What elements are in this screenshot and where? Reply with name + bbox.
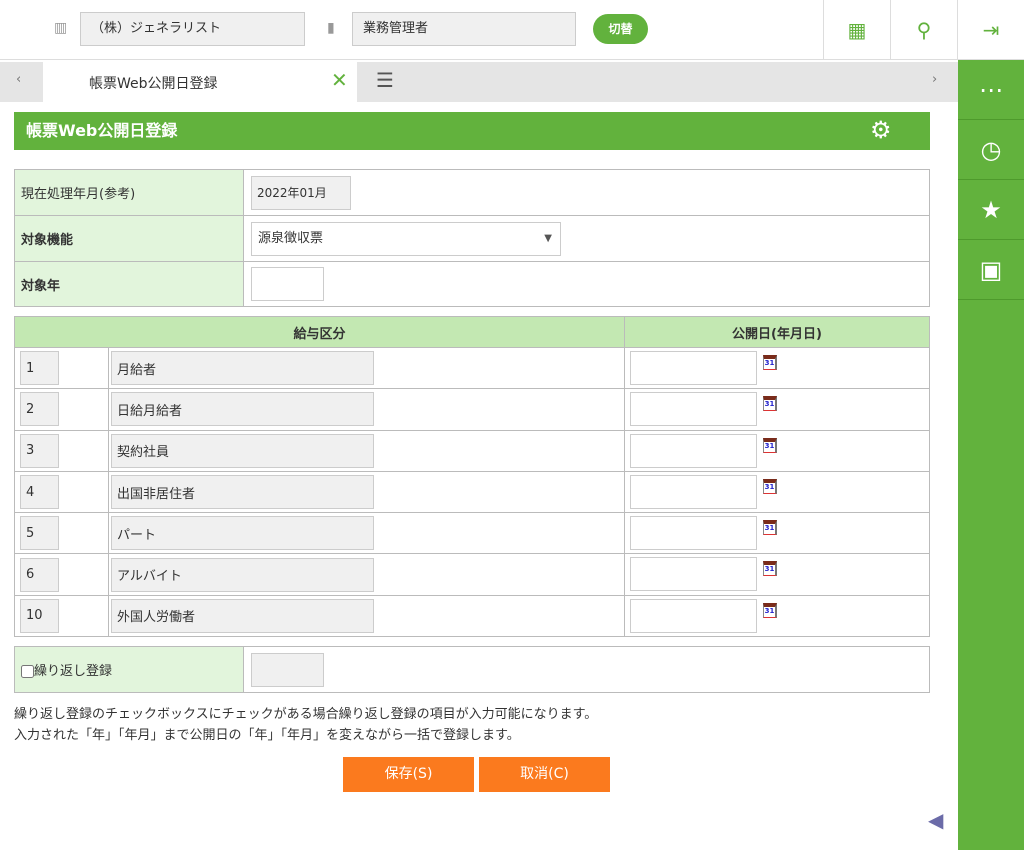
company-field[interactable]: （株）ジェネラリスト <box>80 12 305 46</box>
salary-code: 2 <box>20 392 59 427</box>
apps-grid-icon[interactable]: ▦ <box>823 0 890 60</box>
calendar-icon[interactable]: 31 <box>763 602 777 618</box>
function-select-value: 源泉徴収票 <box>258 230 324 246</box>
salary-name: 契約社員 <box>111 433 374 468</box>
repeat-checkbox[interactable] <box>21 665 34 678</box>
calendar-icon[interactable]: 31 <box>763 396 777 412</box>
calendar-icon[interactable]: 31 <box>763 520 777 536</box>
publish-date-input[interactable] <box>630 433 757 468</box>
salary-name: アルバイト <box>111 557 374 592</box>
table-row: 5 パート 31 <box>14 512 930 555</box>
save-button[interactable]: 保存(S) <box>343 757 474 792</box>
salary-code: 4 <box>20 475 59 510</box>
table-row: 6 アルバイト 31 <box>14 553 930 596</box>
calendar-icon[interactable]: 31 <box>763 355 777 370</box>
top-bar: ▥ （株）ジェネラリスト ▮ 業務管理者 切替 ▦ ⚲ ⇥ <box>0 0 1024 60</box>
salary-code: 6 <box>20 557 59 592</box>
header-salary-class: 給与区分 <box>14 316 625 348</box>
salary-name: 出国非居住者 <box>111 475 374 510</box>
salary-name: 外国人労働者 <box>111 598 374 633</box>
table-row: 2 日給月給者 31 <box>14 388 930 431</box>
more-icon[interactable]: ⋯ <box>958 60 1024 120</box>
role-field[interactable]: 業務管理者 <box>352 12 576 46</box>
repeat-label: 繰り返し登録 <box>34 664 113 679</box>
publish-date-input[interactable] <box>630 598 757 633</box>
notes: 繰り返し登録のチェックボックスにチェックがある場合繰り返し登録の項目が入力可能に… <box>14 704 597 746</box>
function-label: 対象機能 <box>14 215 244 262</box>
gear-icon[interactable]: ⚙ <box>870 116 892 144</box>
note-line: 入力された「年」「年月」まで公開日の「年」「年月」を変えながら一括で登録します。 <box>14 728 520 743</box>
salary-name: パート <box>111 516 374 551</box>
publish-date-input[interactable] <box>630 557 757 592</box>
inbox-icon[interactable]: ▣ <box>958 240 1024 300</box>
logout-icon[interactable]: ⇥ <box>957 0 1024 60</box>
table-row: 4 出国非居住者 31 <box>14 470 930 514</box>
switch-button[interactable]: 切替 <box>593 14 648 44</box>
processing-month-label: 現在処理年月(参考) <box>14 169 244 216</box>
publish-date-input[interactable] <box>630 516 757 551</box>
salary-grid: 給与区分 公開日(年月日) 1 月給者 31 2 日給月給者 31 3 契約社員 31… <box>14 316 930 638</box>
salary-name: 日給月給者 <box>111 392 374 427</box>
function-select[interactable]: 源泉徴収票 ▼ <box>251 221 561 256</box>
processing-month-value: 2022年01月 <box>251 175 351 210</box>
search-icon[interactable]: ⚲ <box>890 0 957 60</box>
clipboard-icon: ▮ <box>327 20 335 36</box>
salary-name: 月給者 <box>111 351 374 386</box>
tab-active[interactable]: 帳票Web公開日登録 ✕ <box>43 62 357 102</box>
salary-code: 1 <box>20 351 59 386</box>
star-icon[interactable]: ★ <box>958 180 1024 240</box>
tab-label: 帳票Web公開日登録 <box>89 76 218 92</box>
calendar-icon[interactable]: 31 <box>763 437 777 453</box>
tab-scroll-left-icon[interactable]: ‹ <box>16 72 21 87</box>
repeat-table: 繰り返し登録 <box>14 646 930 693</box>
publish-date-input[interactable] <box>630 351 757 385</box>
history-icon[interactable]: ◷ <box>958 120 1024 180</box>
form-table: 現在処理年月(参考) 2022年01月 対象機能 源泉徴収票 ▼ 対象年 <box>14 169 930 307</box>
add-tab-icon[interactable]: ☰ <box>376 68 394 92</box>
repeat-input[interactable] <box>251 652 324 687</box>
tab-scroll-right-icon[interactable]: › <box>932 72 937 87</box>
chevron-down-icon: ▼ <box>544 232 552 244</box>
calendar-icon[interactable]: 31 <box>763 561 777 577</box>
note-line: 繰り返し登録のチェックボックスにチェックがある場合繰り返し登録の項目が入力可能に… <box>14 707 598 722</box>
salary-code: 3 <box>20 433 59 468</box>
year-input[interactable] <box>251 267 324 301</box>
right-sidebar: ⋯ ◷ ★ ▣ <box>958 60 1024 850</box>
publish-date-input[interactable] <box>630 392 757 427</box>
publish-date-input[interactable] <box>630 474 757 509</box>
page-title: 帳票Web公開日登録 <box>14 112 930 150</box>
cancel-button[interactable]: 取消(C) <box>479 757 610 792</box>
table-row: 3 契約社員 31 <box>14 429 930 472</box>
calendar-icon[interactable]: 31 <box>763 478 777 494</box>
table-row: 10 外国人労働者 31 <box>14 594 930 638</box>
salary-code: 5 <box>20 516 59 551</box>
table-row: 1 月給者 31 <box>14 346 930 390</box>
header-publish-date: 公開日(年月日) <box>624 316 930 348</box>
close-tab-icon[interactable]: ✕ <box>331 68 348 92</box>
building-icon: ▥ <box>54 20 68 36</box>
salary-code: 10 <box>20 598 59 633</box>
repeat-label-cell: 繰り返し登録 <box>14 646 244 693</box>
year-label: 対象年 <box>14 261 244 307</box>
collapse-arrow-icon[interactable]: ◀ <box>928 808 943 832</box>
